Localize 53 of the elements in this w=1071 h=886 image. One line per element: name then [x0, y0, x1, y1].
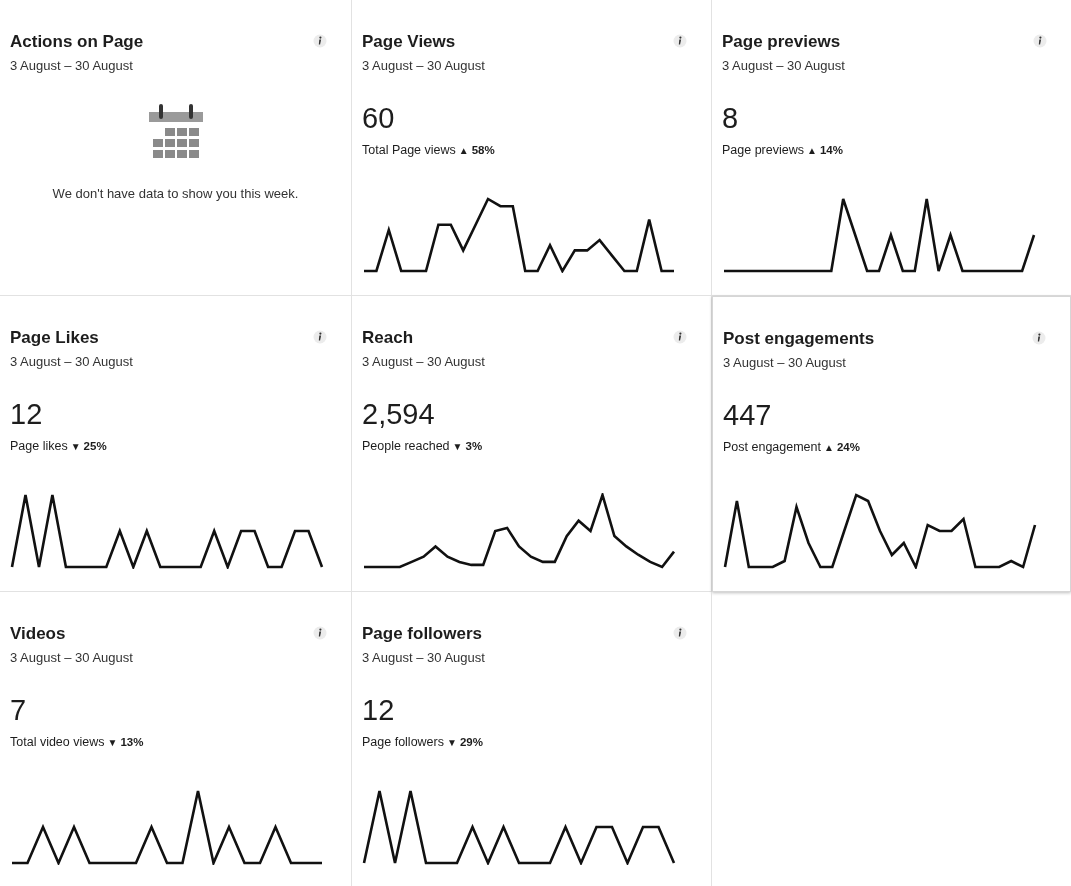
card-title: Videos	[10, 624, 66, 645]
date-range: 3 August – 30 August	[10, 353, 133, 372]
card-title: Page Views	[362, 32, 456, 53]
change-percent: 3%	[465, 438, 483, 454]
card-title: Page previews	[722, 32, 841, 53]
metric-label: Post engagement	[723, 438, 821, 456]
trend-arrow: ▼	[447, 735, 457, 750]
change-percent: 13%	[120, 734, 144, 750]
trend-arrow: ▲	[807, 143, 817, 158]
info-icon[interactable]	[673, 626, 687, 640]
change-percent: 24%	[836, 439, 860, 455]
change-percent: 29%	[459, 734, 483, 750]
metric-value: 60	[362, 103, 396, 133]
date-range: 3 August – 30 August	[10, 57, 133, 76]
metric-label: People reached	[362, 437, 450, 455]
metric-value: 12	[10, 399, 44, 429]
metric-label: Total Page views	[362, 141, 456, 159]
card-title: Post engagements	[723, 329, 875, 350]
metric-value: 7	[10, 695, 28, 725]
info-icon[interactable]	[673, 330, 687, 344]
date-range: 3 August – 30 August	[10, 649, 133, 668]
trend-arrow: ▲	[458, 143, 469, 158]
metric-label: Page followers	[362, 733, 444, 751]
change-percent: 14%	[819, 142, 843, 158]
metric-value: 447	[723, 400, 773, 430]
card-title: Page followers	[362, 624, 482, 645]
card-title: Actions on Page	[10, 32, 144, 53]
date-range: 3 August – 30 August	[362, 353, 485, 372]
trend-arrow: ▼	[70, 439, 81, 454]
date-range: 3 August – 30 August	[723, 354, 846, 373]
metric-value: 2,594	[362, 399, 436, 429]
empty-message: We don't have data to show you this week.	[51, 184, 300, 203]
trend-arrow: ▼	[107, 735, 118, 750]
date-range: 3 August – 30 August	[722, 57, 845, 76]
trend-arrow: ▲	[824, 440, 834, 455]
info-icon[interactable]	[1033, 34, 1047, 48]
trend-arrow: ▼	[452, 439, 463, 454]
date-range: 3 August – 30 August	[362, 649, 485, 668]
card-title: Page Likes	[10, 328, 99, 349]
metric-label: Page previews	[722, 141, 804, 159]
change-percent: 58%	[471, 142, 495, 158]
date-range: 3 August – 30 August	[362, 57, 485, 76]
metric-label: Total video views	[10, 733, 105, 751]
change-percent: 25%	[83, 438, 107, 454]
info-icon[interactable]	[673, 34, 687, 48]
info-icon[interactable]	[313, 34, 327, 48]
info-icon[interactable]	[313, 626, 327, 640]
metric-label: Page likes	[10, 437, 68, 455]
metric-value: 8	[722, 103, 740, 133]
info-icon[interactable]	[1032, 331, 1046, 345]
metric-value: 12	[362, 695, 396, 725]
card-title: Reach	[362, 328, 414, 349]
info-icon[interactable]	[313, 330, 327, 344]
